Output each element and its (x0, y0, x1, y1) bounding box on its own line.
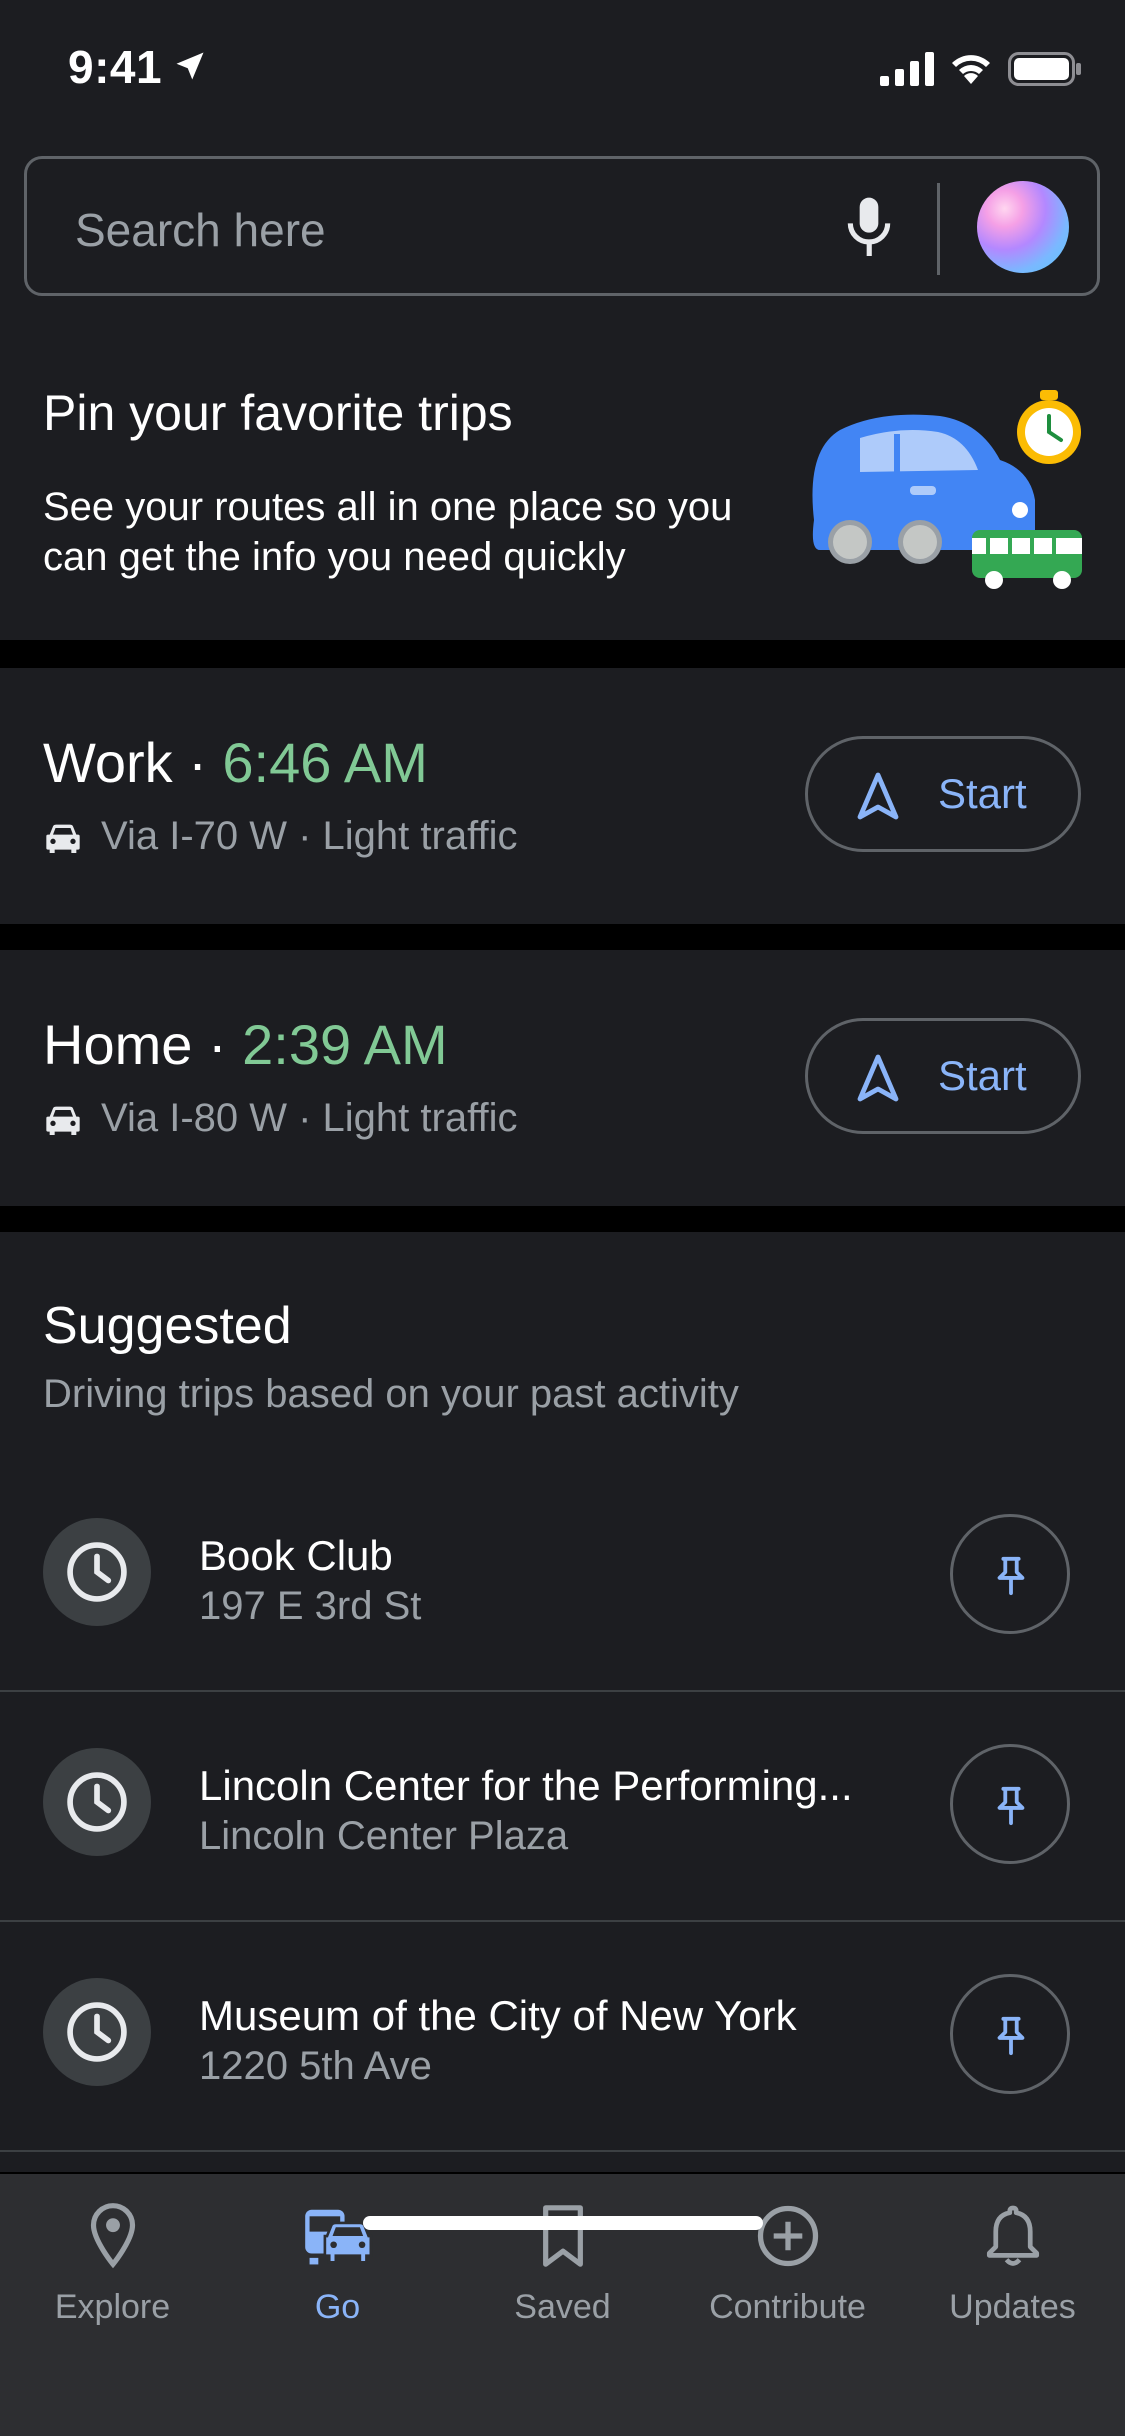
place-name: Book Club (199, 1532, 393, 1579)
divider (0, 2150, 1125, 2152)
suggested-subtitle: Driving trips based on your past activit… (43, 1372, 739, 1416)
car-bus-timer-illustration-icon (800, 390, 1090, 595)
add-circle-icon (757, 2205, 818, 2267)
nav-label: Contribute (709, 2288, 866, 2326)
nav-label: Go (314, 2288, 361, 2326)
pin-icon (997, 1786, 1025, 1826)
trip-heading: Work · 6:46 AM (43, 730, 428, 795)
suggested-section: Suggested Driving trips based on your pa… (0, 1232, 1125, 2172)
nav-explore[interactable]: Explore (0, 2198, 225, 2328)
maps-go-screen: 9:41 Search here Pin your favorite trips… (0, 0, 1125, 2436)
battery-icon (1008, 52, 1082, 91)
place-address: Lincoln Center Plaza (199, 1814, 569, 1858)
place-address: 197 E 3rd St (199, 1584, 422, 1628)
start-label: Start (938, 770, 1027, 817)
history-clock-icon (43, 1518, 151, 1626)
bookmark-icon (542, 2205, 583, 2267)
avatar[interactable] (977, 181, 1069, 273)
navigation-arrow-icon (854, 771, 902, 833)
history-clock-icon (43, 1978, 151, 2086)
trip-name: Work (43, 731, 173, 794)
list-item[interactable]: Museum of the City of New York 1220 5th … (0, 1922, 1125, 2152)
cellular-signal-icon (880, 52, 936, 91)
bottom-nav: Explore Go Saved Contribute Updates (0, 2174, 1125, 2436)
trip-route-info: Via I-80 W · Light traffic (43, 1096, 517, 1147)
pinned-trip-home[interactable]: Home · 2:39 AM Via I-80 W · Light traffi… (0, 950, 1125, 1206)
status-bar: 9:41 (0, 0, 1125, 140)
suggested-title: Suggested (43, 1297, 292, 1355)
nav-updates[interactable]: Updates (900, 2198, 1125, 2328)
pin-trip-button[interactable] (950, 1514, 1070, 1634)
wifi-icon (948, 48, 994, 91)
trip-separator: · (172, 731, 223, 794)
trip-route-info: Via I-70 W · Light traffic (43, 814, 517, 865)
place-address: 1220 5th Ave (199, 2044, 432, 2088)
start-label: Start (938, 1052, 1027, 1099)
search-bar[interactable] (24, 156, 1100, 296)
promo-title: Pin your favorite trips (43, 385, 513, 441)
start-navigation-button[interactable]: Start (805, 1018, 1081, 1134)
promo-body: See your routes all in one place so you … (43, 485, 733, 579)
pinned-trip-work[interactable]: Work · 6:46 AM Via I-70 W · Light traffi… (0, 668, 1125, 924)
list-item[interactable]: Book Club 197 E 3rd St (0, 1462, 1125, 1692)
trip-arrival-time: 6:46 AM (222, 731, 428, 794)
search-area (0, 140, 1125, 320)
search-divider (937, 183, 940, 275)
location-pin-icon (90, 2203, 135, 2269)
trip-route-text: Via I-80 W · Light traffic (101, 1096, 518, 1140)
location-arrow-icon (172, 48, 208, 89)
start-navigation-button[interactable]: Start (805, 736, 1081, 852)
history-clock-icon (43, 1748, 151, 1856)
pin-icon (997, 2016, 1025, 2056)
place-name: Museum of the City of New York (199, 1992, 797, 2039)
home-indicator (363, 2216, 763, 2230)
nav-label: Explore (54, 2288, 171, 2326)
trip-heading: Home · 2:39 AM (43, 1012, 448, 1077)
car-icon (43, 820, 83, 865)
nav-label: Updates (949, 2288, 1076, 2326)
car-bus-icon (304, 2209, 372, 2265)
trip-route-text: Via I-70 W · Light traffic (101, 814, 518, 858)
car-icon (43, 1102, 83, 1147)
bell-icon (986, 2205, 1039, 2266)
trip-name: Home (43, 1013, 193, 1076)
microphone-icon[interactable] (841, 195, 897, 266)
trip-arrival-time: 2:39 AM (242, 1013, 448, 1076)
list-item[interactable]: Lincoln Center for the Performing... Lin… (0, 1692, 1125, 1922)
pin-trips-promo: Pin your favorite trips See your routes … (0, 320, 1125, 640)
navigation-arrow-icon (854, 1053, 902, 1115)
status-time: 9:41 (68, 41, 163, 93)
pin-trip-button[interactable] (950, 1744, 1070, 1864)
search-input[interactable] (73, 199, 817, 261)
place-name: Lincoln Center for the Performing... (199, 1762, 853, 1809)
pin-trip-button[interactable] (950, 1974, 1070, 2094)
trip-separator: · (192, 1013, 243, 1076)
nav-label: Saved (514, 2288, 611, 2326)
pin-icon (997, 1556, 1025, 1596)
